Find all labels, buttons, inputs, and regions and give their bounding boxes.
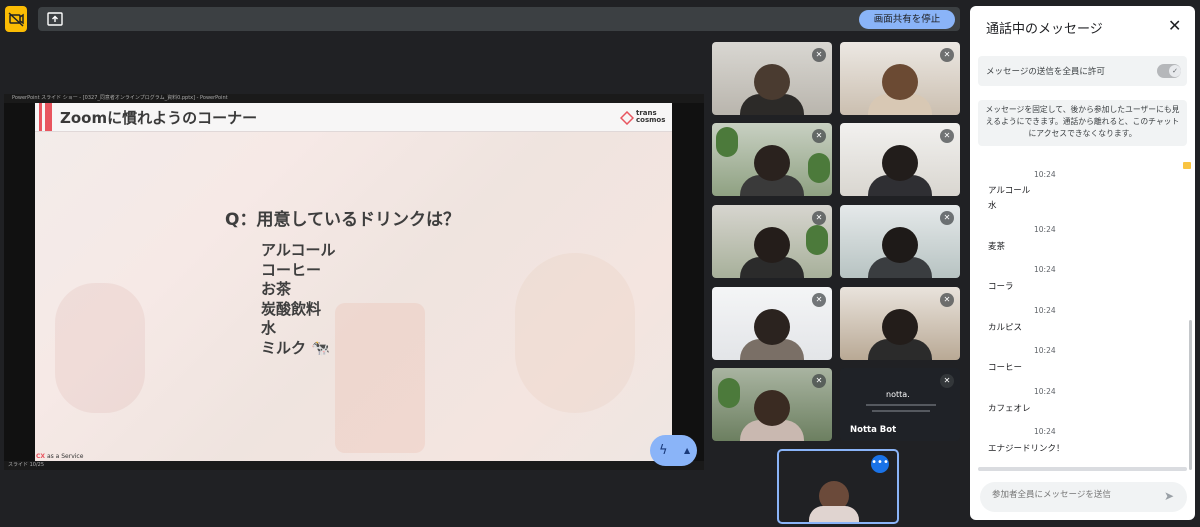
transcosmos-logo: trans cosmos xyxy=(620,107,665,129)
participant-avatar xyxy=(754,227,790,263)
present-screen-icon[interactable] xyxy=(47,11,63,26)
allow-everyone-to-send-row: メッセージの送信を全員に許可 ✓ xyxy=(978,56,1187,86)
check-icon: ✓ xyxy=(1169,65,1181,77)
mic-off-icon: ✕ xyxy=(812,211,826,225)
message-text: カルピス xyxy=(988,323,1023,333)
more-options-icon[interactable]: ••• xyxy=(871,455,889,473)
participant-tile[interactable]: ✕ xyxy=(840,205,960,278)
participant-tile[interactable]: ✕ xyxy=(840,123,960,196)
message-time: 10:24 xyxy=(1034,306,1056,315)
drink-item: アルコール xyxy=(261,241,336,259)
notta-subtitle-line xyxy=(872,410,930,412)
slide-background-glass xyxy=(335,303,425,453)
drink-list: アルコール コーヒー お茶 炭酸飲料 水 ミルク 🐄 xyxy=(261,241,336,358)
mic-off-icon: ✕ xyxy=(812,129,826,143)
bolt-icon: ϟ xyxy=(659,443,668,458)
message-time: 10:24 xyxy=(1034,346,1056,355)
participant-tile[interactable]: ✕ xyxy=(712,368,832,441)
self-body xyxy=(809,506,859,522)
slide: Zoomに慣れようのコーナー trans cosmos Q：用意しているドリンク… xyxy=(35,103,672,461)
message-text: コーラ xyxy=(988,282,1014,292)
panel-title: 通話中のメッセージ xyxy=(986,22,1103,37)
powerpoint-window-title: PowerPoint スライド ショー - [0327_同意者オンラインプログラ… xyxy=(4,94,704,103)
camera-off-warning-icon[interactable] xyxy=(5,6,27,32)
mic-off-icon: ✕ xyxy=(812,374,826,388)
slide-background-glass xyxy=(515,253,635,413)
mic-off-icon: ✕ xyxy=(940,211,954,225)
slide-header-accent xyxy=(45,103,52,131)
message-text: カフェオレ xyxy=(988,404,1031,414)
slide-header-accent xyxy=(39,103,42,131)
notta-logo: notta. xyxy=(886,390,910,399)
message-text: コーヒー xyxy=(988,363,1023,373)
participant-tile-notta-bot[interactable]: notta. Notta Bot ✕ xyxy=(840,368,960,441)
message-time: 10:24 xyxy=(1034,225,1056,234)
cx-as-a-service-footer: CX as a Service xyxy=(36,453,84,460)
slide-question: Q：用意しているドリンクは？ xyxy=(225,210,460,230)
message-input[interactable] xyxy=(990,489,1154,501)
participant-avatar xyxy=(882,145,918,181)
background-plant xyxy=(716,127,738,157)
message-time: 10:24 xyxy=(1034,387,1056,396)
background-plant xyxy=(808,153,830,183)
participant-avatar xyxy=(754,390,790,426)
participant-tile[interactable]: ✕ xyxy=(712,287,832,360)
presentation-top-bar xyxy=(38,7,960,31)
message-text: 麦茶 xyxy=(988,242,1006,252)
notta-subtitle-line xyxy=(866,404,936,406)
mic-off-icon: ✕ xyxy=(812,48,826,62)
stop-sharing-button[interactable]: 画面共有を停止 xyxy=(859,10,955,29)
participant-avatar xyxy=(754,145,790,181)
allow-send-toggle[interactable]: ✓ xyxy=(1157,64,1181,78)
participant-tile[interactable]: ✕ xyxy=(712,123,832,196)
slide-counter: スライド 10/25 xyxy=(8,462,44,468)
participant-avatar xyxy=(754,309,790,345)
message-text: 水 xyxy=(988,201,997,211)
drink-item: ミルク 🐄 xyxy=(261,338,330,357)
pin-info-notice: メッセージを固定して、後から参加したユーザーにも見えるようにできます。通話から離… xyxy=(978,100,1187,146)
chevron-up-icon: ▲ xyxy=(684,446,691,455)
message-time: 10:24 xyxy=(1034,170,1056,179)
slide-background-glass xyxy=(55,283,145,413)
drink-item: 水 xyxy=(261,319,277,337)
participant-avatar xyxy=(882,309,918,345)
drink-item: コーヒー xyxy=(261,260,322,279)
folder-icon xyxy=(1183,162,1191,169)
chat-input-box[interactable]: ➤ xyxy=(980,482,1187,512)
drink-item: お茶 xyxy=(261,280,292,298)
participant-avatar xyxy=(882,227,918,263)
mic-off-icon: ✕ xyxy=(940,293,954,307)
slide-header: Zoomに慣れようのコーナー trans cosmos xyxy=(35,103,672,132)
slide-heading: Zoomに慣れようのコーナー xyxy=(60,109,258,127)
participant-avatar xyxy=(754,64,790,100)
chat-divider xyxy=(978,467,1187,471)
message-text: アルコール xyxy=(988,186,1031,196)
mic-off-icon: ✕ xyxy=(940,374,954,388)
participant-tile[interactable]: ✕ xyxy=(712,205,832,278)
background-plant xyxy=(718,378,740,408)
message-text: エナジードリンク！ xyxy=(988,444,1065,454)
close-icon[interactable]: ✕ xyxy=(1168,16,1181,35)
message-time: 10:24 xyxy=(1034,265,1056,274)
mic-off-icon: ✕ xyxy=(940,48,954,62)
in-call-messages-panel: 通話中のメッセージ ✕ メッセージの送信を全員に許可 ✓ メッセージを固定して、… xyxy=(970,6,1195,520)
background-plant xyxy=(806,225,828,255)
chat-scrollbar[interactable] xyxy=(1189,320,1192,470)
allow-send-label: メッセージの送信を全員に許可 xyxy=(986,67,1105,77)
message-time: 10:24 xyxy=(1034,427,1056,436)
participant-tile[interactable]: ✕ xyxy=(840,287,960,360)
drink-item: 炭酸飲料 xyxy=(261,299,322,318)
participant-tile[interactable]: ✕ xyxy=(840,42,960,115)
slideshow-status-bar: スライド 10/25 xyxy=(4,461,704,470)
participant-tile[interactable]: ✕ xyxy=(712,42,832,115)
send-icon[interactable]: ➤ xyxy=(1164,489,1174,503)
participant-name: Notta Bot xyxy=(850,425,897,435)
mic-off-icon: ✕ xyxy=(940,129,954,143)
mic-off-icon: ✕ xyxy=(812,293,826,307)
participant-avatar xyxy=(882,64,918,100)
